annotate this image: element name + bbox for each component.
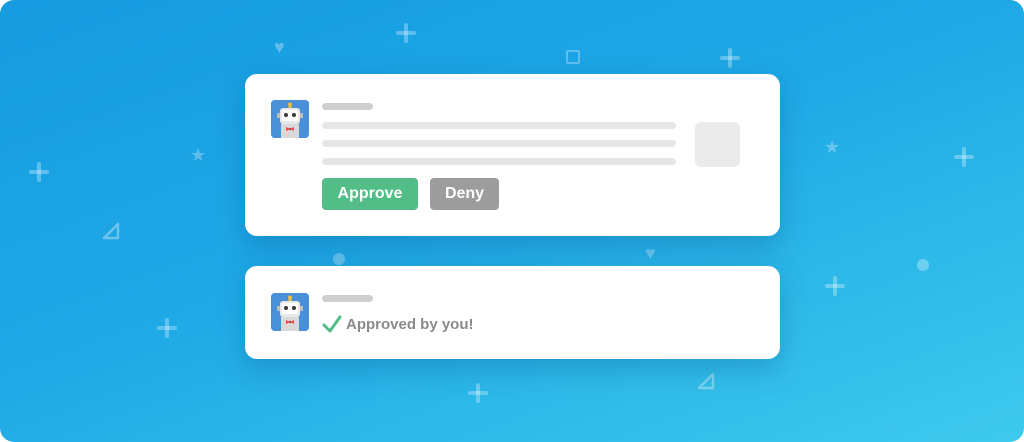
approval-result-card: Approved by you!	[245, 266, 780, 359]
approve-button[interactable]: Approve	[322, 178, 418, 210]
background-stage: ♥ ♥ ★ ★ Approve Deny Approved by you!	[0, 0, 1024, 442]
approval-request-card: Approve Deny	[245, 74, 780, 236]
message-line-placeholder	[322, 122, 676, 129]
square-icon	[566, 50, 580, 64]
robot-avatar-icon	[271, 293, 309, 331]
approval-status: Approved by you!	[322, 314, 474, 334]
star-icon: ★	[824, 137, 841, 157]
heart-icon: ♥	[274, 37, 285, 57]
plus-icon	[825, 276, 845, 296]
plus-icon	[157, 318, 177, 338]
checkmark-icon	[322, 315, 342, 333]
plus-icon	[468, 383, 488, 403]
plus-icon	[396, 23, 416, 43]
attachment-thumbnail	[695, 122, 740, 167]
dot-icon	[917, 259, 929, 271]
message-line-placeholder	[322, 140, 676, 147]
triangle-icon	[102, 222, 120, 240]
sender-name-placeholder	[322, 295, 373, 302]
message-line-placeholder	[322, 158, 676, 165]
deny-button[interactable]: Deny	[430, 178, 499, 210]
plus-icon	[720, 48, 740, 68]
heart-icon: ♥	[645, 243, 656, 263]
sender-name-placeholder	[322, 103, 373, 110]
plus-icon	[954, 147, 974, 167]
triangle-icon	[697, 372, 715, 390]
star-icon: ★	[190, 145, 207, 165]
dot-icon	[333, 253, 345, 265]
robot-avatar-icon	[271, 100, 309, 138]
plus-icon	[29, 162, 49, 182]
approval-status-text: Approved by you!	[346, 315, 474, 333]
